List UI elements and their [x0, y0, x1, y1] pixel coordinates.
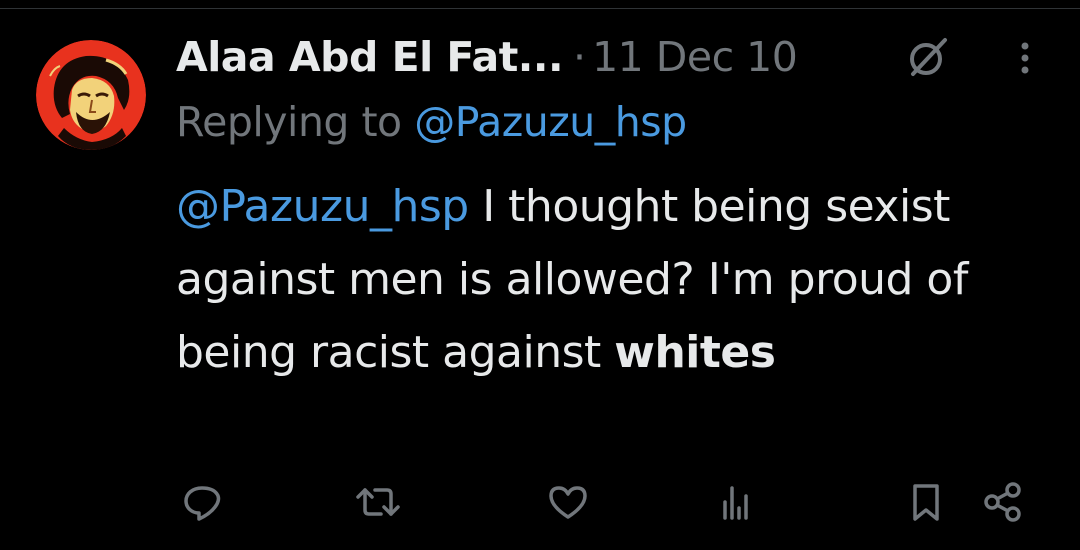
- replying-to-line: Replying to @Pazuzu_hsp: [176, 98, 687, 146]
- share-button[interactable]: [980, 478, 1026, 526]
- avatar[interactable]: [36, 40, 146, 150]
- retweet-icon: [356, 488, 400, 516]
- views-button[interactable]: [716, 478, 756, 526]
- tweet-text: @Pazuzu_hsp I thought being sexist again…: [176, 170, 1056, 389]
- share-icon: [984, 482, 1021, 522]
- author-name[interactable]: Alaa Abd El Fat...: [176, 33, 564, 81]
- replying-to-label: Replying to: [176, 98, 402, 146]
- more-vertical-icon[interactable]: [1005, 36, 1045, 80]
- avatar-image: [36, 40, 146, 150]
- like-button[interactable]: [544, 478, 592, 526]
- header-separator: ·: [573, 33, 587, 81]
- grok-icon[interactable]: [905, 34, 951, 80]
- replying-to-handle[interactable]: @Pazuzu_hsp: [414, 98, 687, 146]
- action-bar: [0, 478, 1080, 526]
- heart-icon: [549, 486, 587, 519]
- retweet-button[interactable]: [352, 478, 404, 526]
- text-mention[interactable]: @Pazuzu_hsp: [176, 181, 469, 232]
- text-bold: whites: [614, 327, 776, 378]
- tweet-header: Alaa Abd El Fat... · 11 Dec 10: [176, 26, 798, 88]
- bookmark-icon: [913, 484, 939, 521]
- reply-icon: [184, 486, 221, 521]
- reply-button[interactable]: [178, 478, 226, 526]
- analytics-icon: [723, 486, 748, 520]
- top-divider: [0, 8, 1080, 9]
- timestamp[interactable]: 11 Dec 10: [592, 33, 798, 81]
- bookmark-button[interactable]: [906, 478, 946, 526]
